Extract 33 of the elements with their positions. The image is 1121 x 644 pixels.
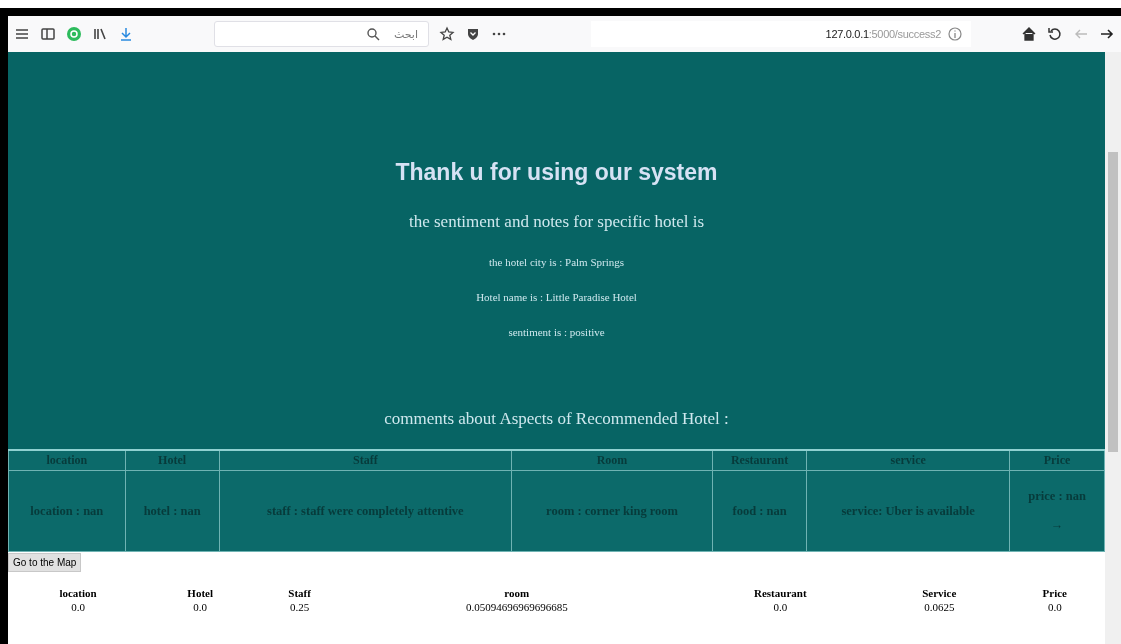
- comments-heading: comments about Aspects of Recommended Hotel :: [384, 409, 729, 429]
- table-cell-text: 0.05094696969696685: [464, 600, 569, 614]
- info-icon[interactable]: [947, 26, 963, 42]
- page-title: Thank u for using our system: [395, 159, 718, 186]
- sidebar-icon[interactable]: [40, 26, 56, 42]
- search-field[interactable]: ابحث: [214, 21, 429, 47]
- column-header: room: [503, 586, 531, 600]
- column-header: Staff: [287, 586, 312, 600]
- table-cell-text: 0.25: [289, 600, 311, 614]
- table-cell-text: 0.0: [70, 600, 86, 614]
- column-header: Hotel: [186, 586, 215, 600]
- detail-text: Hotel name is : Little Paradise Hotel: [476, 291, 637, 303]
- table-cell-text: 0.0: [772, 600, 789, 614]
- column-header: Price: [1041, 586, 1068, 600]
- column-header: Service: [921, 586, 958, 600]
- menu-icon[interactable]: [14, 26, 30, 42]
- map-button[interactable]: Go to the Map: [8, 553, 82, 572]
- column-header: location: [58, 586, 98, 600]
- table-cell-text: 0.0: [1046, 600, 1063, 614]
- table-cell-text: 0.0: [192, 600, 209, 614]
- home-icon[interactable]: [1021, 26, 1037, 42]
- scrollbar[interactable]: [1105, 52, 1121, 644]
- star-icon[interactable]: [439, 26, 455, 42]
- table-cell-text: 0.0625: [923, 600, 956, 614]
- detail-text: sentiment is : positive: [508, 326, 605, 338]
- library-icon[interactable]: [92, 26, 108, 42]
- shield-icon[interactable]: [465, 26, 481, 42]
- detail-text: the hotel city is : Palm Springs: [488, 256, 625, 268]
- reload-icon[interactable]: [1047, 26, 1063, 42]
- subtitle: the sentiment and notes for specific hotel is: [408, 212, 705, 232]
- column-header: Restaurant: [753, 586, 808, 600]
- address-field[interactable]: 127.0.0.1:5000/success2: [591, 21, 971, 47]
- download-icon[interactable]: [118, 26, 134, 42]
